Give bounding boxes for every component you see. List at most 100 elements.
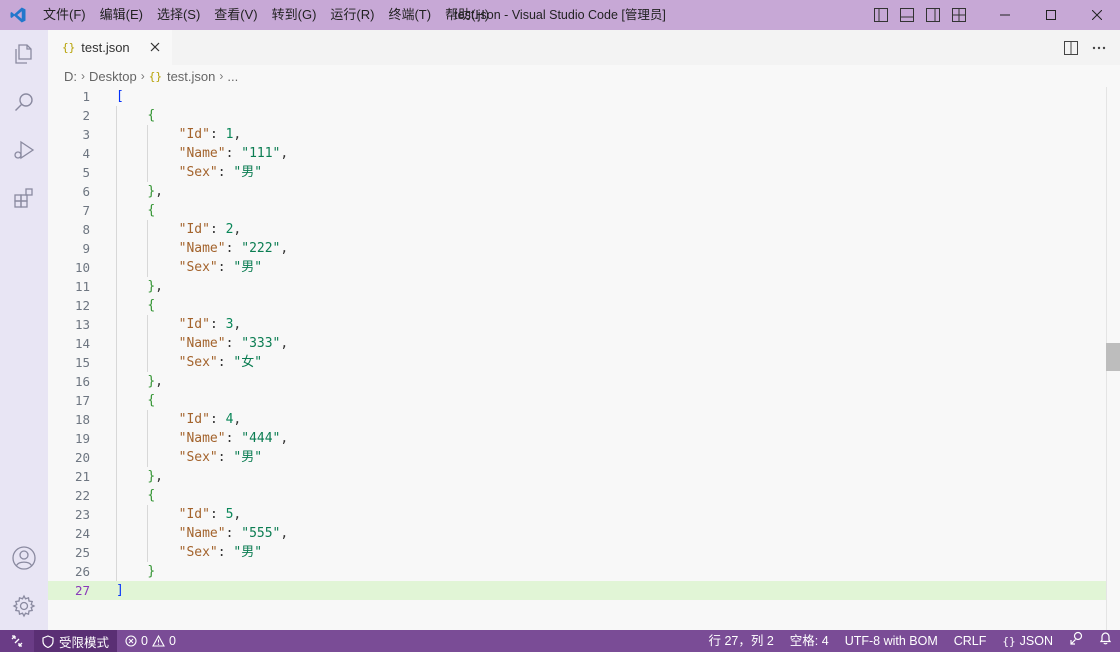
code-text: },	[147, 279, 163, 294]
code-line[interactable]: 6 },	[48, 182, 1106, 201]
breadcrumb-item-file[interactable]: test.json	[167, 69, 215, 84]
menu-item[interactable]: 运行(R)	[323, 0, 381, 30]
editor-actions	[1060, 30, 1120, 65]
code-text: "Id": 4,	[178, 412, 242, 427]
split-editor-icon[interactable]	[1060, 37, 1082, 59]
problems-indicator[interactable]: 0 0	[117, 630, 184, 652]
scrollbar-thumb[interactable]	[1106, 343, 1120, 371]
menu-item[interactable]: 终端(T)	[381, 0, 438, 30]
line-number: 9	[82, 241, 90, 256]
toggle-primary-sidebar-icon[interactable]	[870, 0, 892, 30]
extensions-icon[interactable]	[0, 174, 48, 222]
remote-indicator-icon[interactable]	[0, 630, 34, 652]
code-line[interactable]: 16 },	[48, 372, 1106, 391]
code-text: "Sex": "女"	[178, 355, 263, 370]
menu-item[interactable]: 编辑(E)	[93, 0, 150, 30]
code-text: "Sex": "男"	[178, 165, 263, 180]
breadcrumb-item-desktop[interactable]: Desktop	[89, 69, 137, 84]
notifications-bell-icon[interactable]	[1091, 630, 1120, 652]
code-text: "Sex": "男"	[178, 260, 263, 275]
line-ending[interactable]: CRLF	[946, 630, 995, 652]
code-line[interactable]: 10 "Sex": "男"	[48, 258, 1106, 277]
breadcrumb-item-symbols[interactable]: ...	[227, 69, 238, 84]
menu-item[interactable]: 转到(G)	[265, 0, 324, 30]
menu-item[interactable]: 查看(V)	[207, 0, 264, 30]
code-line[interactable]: 12 {	[48, 296, 1106, 315]
indentation[interactable]: 空格: 4	[782, 630, 837, 652]
line-number: 14	[74, 336, 90, 351]
code-line[interactable]: 7 {	[48, 201, 1106, 220]
feedback-icon[interactable]	[1061, 630, 1091, 652]
run-debug-icon[interactable]	[0, 126, 48, 174]
restricted-mode-indicator[interactable]: 受限模式	[34, 630, 118, 652]
error-count: 0	[141, 634, 148, 648]
code-line[interactable]: 1[	[48, 87, 1106, 106]
code-line[interactable]: 17 {	[48, 391, 1106, 410]
code-line[interactable]: 26 }	[48, 562, 1106, 581]
menu-bar: 文件(F) 编辑(E) 选择(S) 查看(V) 转到(G) 运行(R) 终端(T) 帮助(H)	[36, 0, 496, 30]
code-text: "Id": 3,	[178, 317, 242, 332]
code-line[interactable]: 20 "Sex": "男"	[48, 448, 1106, 467]
code-line[interactable]: 22 {	[48, 486, 1106, 505]
code-line[interactable]: 24 "Name": "555",	[48, 524, 1106, 543]
line-number: 5	[82, 165, 90, 180]
code-line[interactable]: 13 "Id": 3,	[48, 315, 1106, 334]
code-line[interactable]: 5 "Sex": "男"	[48, 163, 1106, 182]
code-line[interactable]: 23 "Id": 5,	[48, 505, 1106, 524]
code-line[interactable]: 2 {	[48, 106, 1106, 125]
code-text: {	[147, 488, 156, 503]
code-text: "Id": 5,	[178, 507, 242, 522]
line-number: 18	[74, 412, 90, 427]
code-line[interactable]: 15 "Sex": "女"	[48, 353, 1106, 372]
menu-item[interactable]: 文件(F)	[36, 0, 93, 30]
code-text: "Id": 1,	[178, 127, 242, 142]
code-editor[interactable]: 1[2 {3 "Id": 1, 4 "Name": "111", 5 "Sex": …	[48, 87, 1120, 630]
code-line[interactable]: 11 },	[48, 277, 1106, 296]
breadcrumb: D: › Desktop › {} test.json › ...	[48, 65, 1120, 87]
close-tab-icon[interactable]	[146, 38, 164, 56]
line-number: 15	[74, 355, 90, 370]
more-actions-icon[interactable]	[1088, 37, 1110, 59]
title-bar: 文件(F) 编辑(E) 选择(S) 查看(V) 转到(G) 运行(R) 终端(T) 帮助(H)…	[0, 0, 1120, 30]
search-icon[interactable]	[0, 78, 48, 126]
code-text: "Name": "555",	[178, 526, 289, 541]
menu-item[interactable]: 选择(S)	[150, 0, 207, 30]
code-line[interactable]: 3 "Id": 1,	[48, 125, 1106, 144]
code-line[interactable]: 18 "Id": 4,	[48, 410, 1106, 429]
code-line[interactable]: 14 "Name": "333",	[48, 334, 1106, 353]
line-number: 10	[74, 260, 90, 275]
settings-gear-icon[interactable]	[0, 582, 48, 630]
line-number: 23	[74, 507, 90, 522]
toggle-panel-icon[interactable]	[896, 0, 918, 30]
menu-item[interactable]: 帮助(H)	[438, 0, 496, 30]
line-number: 25	[74, 545, 90, 560]
minimize-icon[interactable]	[982, 0, 1028, 30]
line-number: 4	[82, 146, 90, 161]
vscode-logo-icon[interactable]	[0, 0, 36, 30]
code-text: [	[116, 89, 124, 104]
code-text: },	[147, 469, 163, 484]
tab-test-json[interactable]: {} test.json	[48, 30, 172, 65]
code-line[interactable]: 21 },	[48, 467, 1106, 486]
toggle-secondary-sidebar-icon[interactable]	[922, 0, 944, 30]
cursor-position[interactable]: 行 27，列 2	[700, 630, 781, 652]
line-number: 2	[82, 108, 90, 123]
error-icon	[125, 635, 137, 647]
code-line[interactable]: 19 "Name": "444",	[48, 429, 1106, 448]
code-line[interactable]: 4 "Name": "111",	[48, 144, 1106, 163]
code-line[interactable]: 27]	[48, 581, 1106, 600]
code-text: },	[147, 184, 163, 199]
account-icon[interactable]	[0, 534, 48, 582]
customize-layout-icon[interactable]	[948, 0, 970, 30]
code-text: {	[147, 298, 156, 313]
maximize-icon[interactable]	[1028, 0, 1074, 30]
close-window-icon[interactable]	[1074, 0, 1120, 30]
code-text: "Name": "222",	[178, 241, 289, 256]
code-line[interactable]: 8 "Id": 2,	[48, 220, 1106, 239]
breadcrumb-item-drive[interactable]: D:	[64, 69, 77, 84]
code-line[interactable]: 9 "Name": "222",	[48, 239, 1106, 258]
language-mode[interactable]: {} JSON	[994, 630, 1061, 652]
files-icon[interactable]	[0, 30, 48, 78]
encoding[interactable]: UTF-8 with BOM	[837, 630, 946, 652]
code-line[interactable]: 25 "Sex": "男"	[48, 543, 1106, 562]
